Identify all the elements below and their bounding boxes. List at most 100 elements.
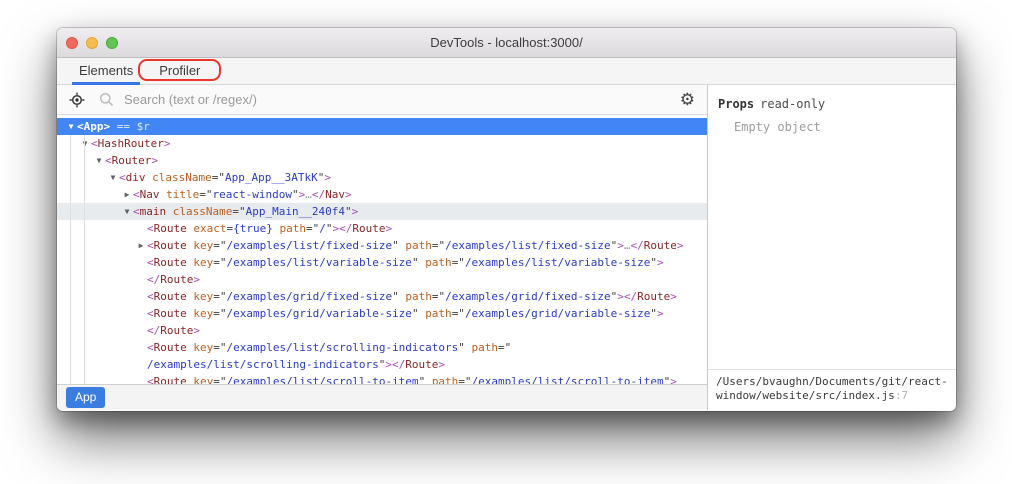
owner-badge-app[interactable]: App [66,387,105,408]
code-segment: exact [193,222,226,235]
code-segment: " [326,222,333,235]
tab-profiler[interactable]: Profiler [146,58,213,84]
code-segment: " [345,205,352,218]
tree-row[interactable]: <Route key="/examples/list/scroll-to-ite… [57,373,707,384]
code-segment: /examples/grid/variable-size [465,307,650,320]
code-segment: ></ [617,290,637,303]
code-segment: path [425,256,452,269]
indent-guide [70,135,71,384]
tree-row[interactable]: <Route key="/examples/grid/fixed-size" p… [57,288,707,305]
code-segment: > [352,205,359,218]
tree-row[interactable]: ▶<Route key="/examples/list/fixed-size" … [57,237,707,254]
code-segment: path [472,341,499,354]
code-segment: > [670,290,677,303]
code-segment: /examples/grid/fixed-size [445,290,611,303]
traffic-lights [66,37,118,49]
tree-row[interactable]: <Route key="/examples/list/scrolling-ind… [57,339,707,356]
devtools-body: ⚙ ▼<App> == $r▼<HashRouter>▼<Router>▼<di… [57,85,956,410]
code-segment: path [425,307,452,320]
code-segment: > [657,307,664,320]
zoom-button[interactable] [106,37,118,49]
code-segment: =" [306,222,319,235]
code-segment: " [412,307,419,320]
collapsed-triangle-icon[interactable]: ▶ [121,186,133,203]
tree-row[interactable]: <Route key="/examples/list/variable-size… [57,254,707,271]
code-segment: =" [213,239,226,252]
code-segment: " [650,256,657,269]
code-segment: =" [452,307,465,320]
tree-row[interactable]: ▼<div className="App_App__3ATkK"> [57,169,707,186]
code-segment: </ [312,188,325,201]
tree-row[interactable]: ▼<App> == $r [57,118,707,135]
code-segment: =" [498,341,511,354]
code-segment: =" [213,256,226,269]
tree-row[interactable]: ▼<main className="App_Main__240f4"> [57,203,707,220]
code-segment: =" [458,375,471,384]
code-segment [166,205,173,218]
tree-row[interactable]: ▶<Nav title="react-window">…</Nav> [57,186,707,203]
minimize-button[interactable] [86,37,98,49]
code-segment: App_App__3ATkK [225,171,318,184]
expanded-triangle-icon[interactable]: ▼ [93,152,105,169]
code-segment: < [105,154,112,167]
component-tree[interactable]: ▼<App> == $r▼<HashRouter>▼<Router>▼<div … [57,115,707,384]
code-segment: … [305,188,312,201]
props-readonly-label: read-only [760,97,825,111]
expanded-triangle-icon[interactable]: ▼ [121,203,133,220]
elements-pane: ⚙ ▼<App> == $r▼<HashRouter>▼<Router>▼<di… [57,85,707,410]
tree-row[interactable]: ▼<Router> [57,152,707,169]
code-segment: /examples/list/fixed-size [445,239,611,252]
tab-elements[interactable]: Elements [66,58,146,84]
code-segment: / [319,222,326,235]
code-segment: < [147,341,154,354]
expanded-triangle-icon[interactable]: ▼ [79,135,91,152]
code-segment: Route [154,239,187,252]
code-segment: " [292,188,299,201]
code-segment: > [164,137,171,150]
code-segment: < [133,188,140,201]
expanded-triangle-icon[interactable]: ▼ [65,118,77,135]
search-input[interactable] [124,92,680,107]
code-segment: =" [213,375,226,384]
code-segment: … [624,239,631,252]
code-segment: > [193,324,200,337]
window-title: DevTools - localhost:3000/ [57,28,956,57]
code-segment: /examples/grid/variable-size [227,307,412,320]
code-segment: Route [154,256,187,269]
code-segment: Route [637,290,670,303]
props-header: Props read-only [708,85,956,111]
tree-row[interactable]: <Route exact={true} path="/"></Route> [57,220,707,237]
tree-row[interactable]: <Route key="/examples/grid/variable-size… [57,305,707,322]
settings-gear-icon[interactable]: ⚙ [680,91,695,108]
source-line-number: :7 [895,389,908,402]
code-segment: Route [154,307,187,320]
code-segment: Nav [325,188,345,201]
code-segment: Route [405,358,438,371]
code-segment: Nav [140,188,160,201]
code-segment: == $r [110,120,150,133]
code-segment: " [458,341,465,354]
code-segment: App [84,120,104,133]
collapsed-triangle-icon[interactable]: ▶ [135,237,147,254]
code-segment: /examples/list/fixed-size [227,239,393,252]
code-segment: className [173,205,233,218]
props-title: Props [718,97,754,111]
expanded-triangle-icon[interactable]: ▼ [107,169,119,186]
code-segment: Route [154,290,187,303]
tree-row[interactable]: ▼<HashRouter> [57,135,707,152]
close-button[interactable] [66,37,78,49]
code-segment: " [412,256,419,269]
code-segment: < [133,205,140,218]
code-segment: =" [199,188,212,201]
code-segment: {true} [233,222,273,235]
tree-row[interactable]: </Route> [57,322,707,339]
tree-row[interactable]: </Route> [57,271,707,288]
code-segment: App_Main__240f4 [246,205,345,218]
tree-row[interactable]: /examples/list/scrolling-indicators"></R… [57,356,707,373]
code-segment: =" [212,171,225,184]
search-bar: ⚙ [57,85,707,115]
inspect-target-icon[interactable] [69,92,85,108]
code-segment: Route [160,324,193,337]
window-titlebar[interactable]: DevTools - localhost:3000/ [57,28,956,58]
source-location[interactable]: /Users/bvaughn/Documents/git/react-windo… [708,369,956,410]
